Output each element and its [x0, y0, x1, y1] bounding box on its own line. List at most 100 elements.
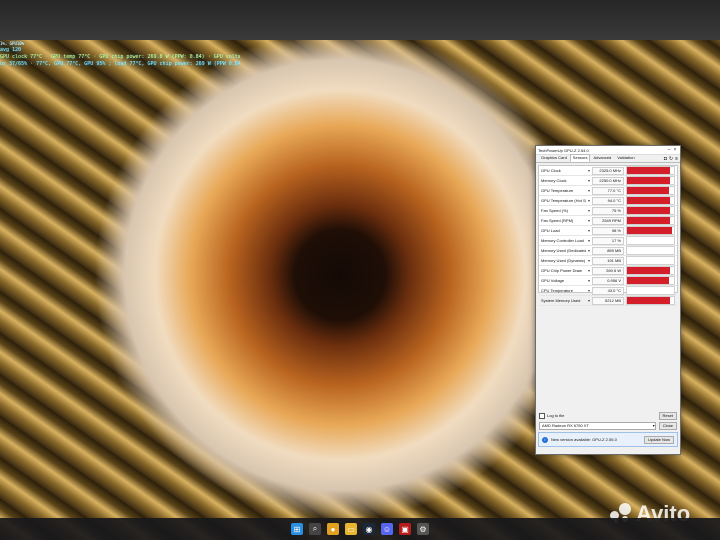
sensor-value: 191 MB	[592, 256, 624, 265]
sensor-graph	[626, 286, 675, 295]
close-button[interactable]: Close	[658, 421, 677, 430]
settings-icon[interactable]: ⚙	[417, 523, 429, 535]
sensor-name: GPU Clock	[541, 168, 561, 173]
log-row: Log to file Reset	[536, 411, 680, 420]
log-to-file-label: Log to file	[547, 413, 565, 418]
sensor-name: Memory Used (Dynamic)	[541, 258, 586, 263]
sensor-value: 2250.0 MHz	[592, 176, 624, 185]
sensor-name: GPU Load	[541, 228, 560, 233]
sensor-graph-fill	[627, 177, 671, 184]
sensor-row: Memory Used (Dynamic) ▾ 191 MB	[539, 256, 677, 266]
sensor-graph	[626, 206, 675, 215]
sensor-graph	[626, 256, 675, 265]
sensor-name: Memory Controller Load	[541, 238, 584, 243]
osd-line-2: GPU clock 77°C · GPU temp 77°C · GPU chi…	[0, 54, 240, 60]
sensor-value: 859 MB	[592, 246, 624, 255]
sensor-empty-area	[536, 293, 680, 411]
camera-icon[interactable]: ◘	[664, 156, 667, 162]
sensor-name: CPU Temperature	[541, 288, 573, 293]
gpuz-title: TechPowerUp GPU-Z 2.54.0	[538, 147, 589, 153]
sensor-graph	[626, 266, 675, 275]
gpu-select-row: AMD Radeon RX 6750 XT ▾ Close	[536, 420, 680, 431]
gpuz-tabs: Graphics Card Sensors Advanced Validatio…	[536, 154, 680, 163]
osd-line-3: ur 37/65% · 77°C, GPU 77°C, GPU 95% ; lo…	[0, 61, 240, 67]
sensor-row: GPU Load ▾ 98 %	[539, 226, 677, 236]
refresh-icon[interactable]: ↻	[669, 156, 673, 162]
sensor-graph	[626, 276, 675, 285]
sensor-row: GPU Chip Power Draw ▾ 269.5 W	[539, 266, 677, 276]
sensor-graph-fill	[627, 207, 671, 214]
sensor-name: Fan Speed (%)	[541, 208, 568, 213]
update-notification-text: New version available: GPU-Z 2.55.0	[551, 437, 617, 442]
sensor-graph-fill	[627, 267, 671, 274]
sensor-name: GPU Voltage	[541, 278, 565, 283]
chevron-down-icon: ▾	[652, 422, 655, 428]
osd-line-1: avg 120	[0, 47, 22, 53]
explorer-icon[interactable]: ▭	[345, 523, 357, 535]
sensor-name: GPU Chip Power Draw	[541, 268, 582, 273]
log-to-file-checkbox[interactable]	[539, 412, 545, 419]
monitor-bezel	[0, 0, 720, 40]
discord-icon[interactable]: ☺	[381, 523, 393, 535]
sensor-value: 43.0 °C	[592, 286, 624, 295]
sensor-graph	[626, 186, 675, 195]
sensor-graph-fill	[627, 167, 671, 174]
sensor-row: Fan Speed (RPM) ▾ 2549 RPM	[539, 216, 677, 226]
sensor-name: System Memory Used	[541, 298, 581, 303]
sensor-graph	[626, 176, 675, 185]
sensor-value: 0.956 V	[592, 276, 624, 285]
windows-icon[interactable]: ⊞	[291, 523, 303, 535]
sensor-name: Memory Clock	[541, 178, 567, 183]
sensor-name: GPU Temperature	[541, 188, 574, 193]
sensor-graph	[626, 166, 675, 175]
sensor-graph-fill	[627, 297, 671, 304]
sensor-name: Memory Used (Dedicated)	[541, 248, 586, 253]
sensor-row: Memory Controller Load ▾ 17 %	[539, 236, 677, 246]
sensor-graph	[626, 216, 675, 225]
desktop-wallpaper: 1%, GPU10% avg 120 GPU clock 77°C · GPU …	[0, 0, 720, 540]
sensor-value: 98 %	[592, 226, 624, 235]
sensor-graph-fill	[627, 217, 671, 224]
sensor-name: GPU Temperature (Hot Spot)	[541, 198, 586, 203]
tab-advanced[interactable]: Advanced	[590, 154, 614, 162]
sensor-graph-fill	[627, 227, 672, 234]
sensor-graph	[626, 236, 675, 245]
chrome-icon[interactable]: ●	[327, 523, 339, 535]
tab-graphics-card[interactable]: Graphics Card	[538, 154, 570, 162]
update-notification: i New version available: GPU-Z 2.55.0 Up…	[538, 432, 678, 447]
sensor-value: 75 %	[592, 206, 624, 215]
sensor-value: 5212 MB	[592, 296, 624, 305]
close-icon[interactable]: ×	[672, 147, 678, 153]
sensor-graph-fill	[627, 277, 670, 284]
osd-header: 1%, GPU10%	[0, 41, 25, 46]
sensor-value: 77.0 °C	[592, 186, 624, 195]
taskbar: ⊞ ⌕ ● ▭ ◉ ☺ ▣ ⚙	[0, 518, 720, 540]
sensor-name: Fan Speed (RPM)	[541, 218, 574, 223]
sensor-list: GPU Clock ▾ 2325.0 MHz Memory Clock ▾ 2250.0 …	[538, 165, 678, 306]
sensor-value: 17 %	[592, 236, 624, 245]
reset-button[interactable]: Reset	[658, 411, 677, 420]
sensor-row: GPU Clock ▾ 2325.0 MHz	[539, 166, 677, 176]
sensor-value: 269.5 W	[592, 266, 624, 275]
sensor-row: Memory Clock ▾ 2250.0 MHz	[539, 176, 677, 186]
sensor-value: 2549 RPM	[592, 216, 624, 225]
tab-sensors[interactable]: Sensors	[569, 154, 591, 162]
gpu-select[interactable]: AMD Radeon RX 6750 XT ▾	[539, 421, 656, 430]
sensor-graph	[626, 246, 675, 255]
sensor-graph	[626, 296, 675, 305]
menu-icon[interactable]: ≡	[675, 156, 678, 162]
tab-validation[interactable]: Validation	[614, 154, 637, 162]
gpuz-icon[interactable]: ▣	[399, 523, 411, 535]
search-icon[interactable]: ⌕	[309, 523, 321, 535]
performance-overlay: 1%, GPU10% avg 120 GPU clock 77°C · GPU …	[0, 40, 240, 102]
sensor-row: GPU Voltage ▾ 0.956 V	[539, 276, 677, 286]
gpuz-window: TechPowerUp GPU-Z 2.54.0 – × Graphics Ca…	[535, 145, 681, 455]
sensor-row: Memory Used (Dedicated) ▾ 859 MB	[539, 246, 677, 256]
update-now-button[interactable]: Update Now	[643, 435, 674, 444]
info-icon: i	[542, 436, 548, 443]
sensor-graph-fill	[627, 197, 671, 204]
sensor-graph-fill	[627, 187, 670, 194]
gpu-select-value: AMD Radeon RX 6750 XT	[542, 422, 589, 428]
steam-icon[interactable]: ◉	[363, 523, 375, 535]
sensor-value: 2325.0 MHz	[592, 166, 624, 175]
